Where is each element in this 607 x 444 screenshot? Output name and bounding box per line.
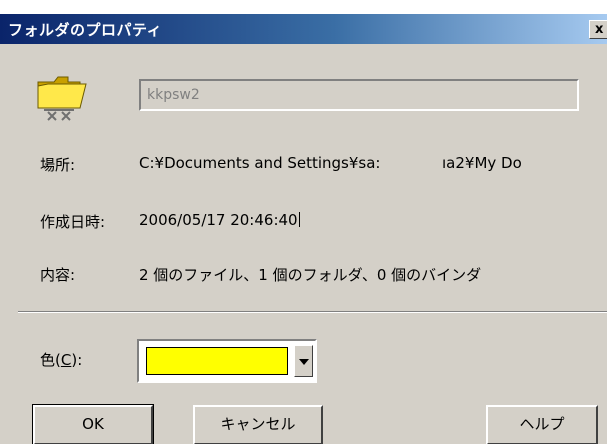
color-label-suffix: ): bbox=[71, 351, 83, 369]
close-button[interactable]: x bbox=[589, 20, 607, 39]
divider bbox=[18, 311, 607, 313]
location-value-right: ıa2¥My Do bbox=[442, 154, 522, 172]
color-select[interactable] bbox=[137, 339, 317, 383]
color-label: 色(C): bbox=[40, 349, 82, 370]
location-value-left: C:¥Documents and Settings¥sa: bbox=[139, 154, 381, 172]
chevron-down-icon bbox=[299, 359, 309, 365]
contents-value: 2 個のファイル、1 個のフォルダ、0 個のバインダ bbox=[139, 266, 482, 284]
contents-label: 内容: bbox=[40, 266, 76, 284]
created-value: 2006/05/17 20:46:40 bbox=[139, 211, 298, 229]
location-label: 場所: bbox=[40, 156, 76, 174]
ok-button[interactable]: OK bbox=[32, 404, 154, 444]
window-title: フォルダのプロパティ bbox=[8, 21, 163, 39]
color-label-prefix: 色( bbox=[40, 351, 61, 369]
color-label-key: C bbox=[60, 351, 72, 369]
created-value-field: 2006/05/17 20:46:40 bbox=[139, 211, 300, 229]
help-button[interactable]: ヘルプ bbox=[486, 405, 598, 444]
folder-properties-dialog: フォルダのプロパティ x kkpsw2 場所: C:¥Documents and… bbox=[0, 0, 607, 444]
color-dropdown-button[interactable] bbox=[294, 345, 313, 377]
folder-name-value: kkpsw2 bbox=[147, 87, 200, 103]
created-label: 作成日時: bbox=[40, 213, 106, 231]
folder-icon bbox=[37, 76, 87, 121]
text-caret bbox=[298, 212, 300, 227]
folder-name-field[interactable]: kkpsw2 bbox=[139, 79, 579, 111]
title-bar[interactable]: フォルダのプロパティ x bbox=[0, 14, 607, 44]
top-strip bbox=[0, 0, 607, 14]
color-swatch[interactable] bbox=[146, 347, 288, 375]
cancel-button[interactable]: キャンセル bbox=[193, 405, 323, 444]
